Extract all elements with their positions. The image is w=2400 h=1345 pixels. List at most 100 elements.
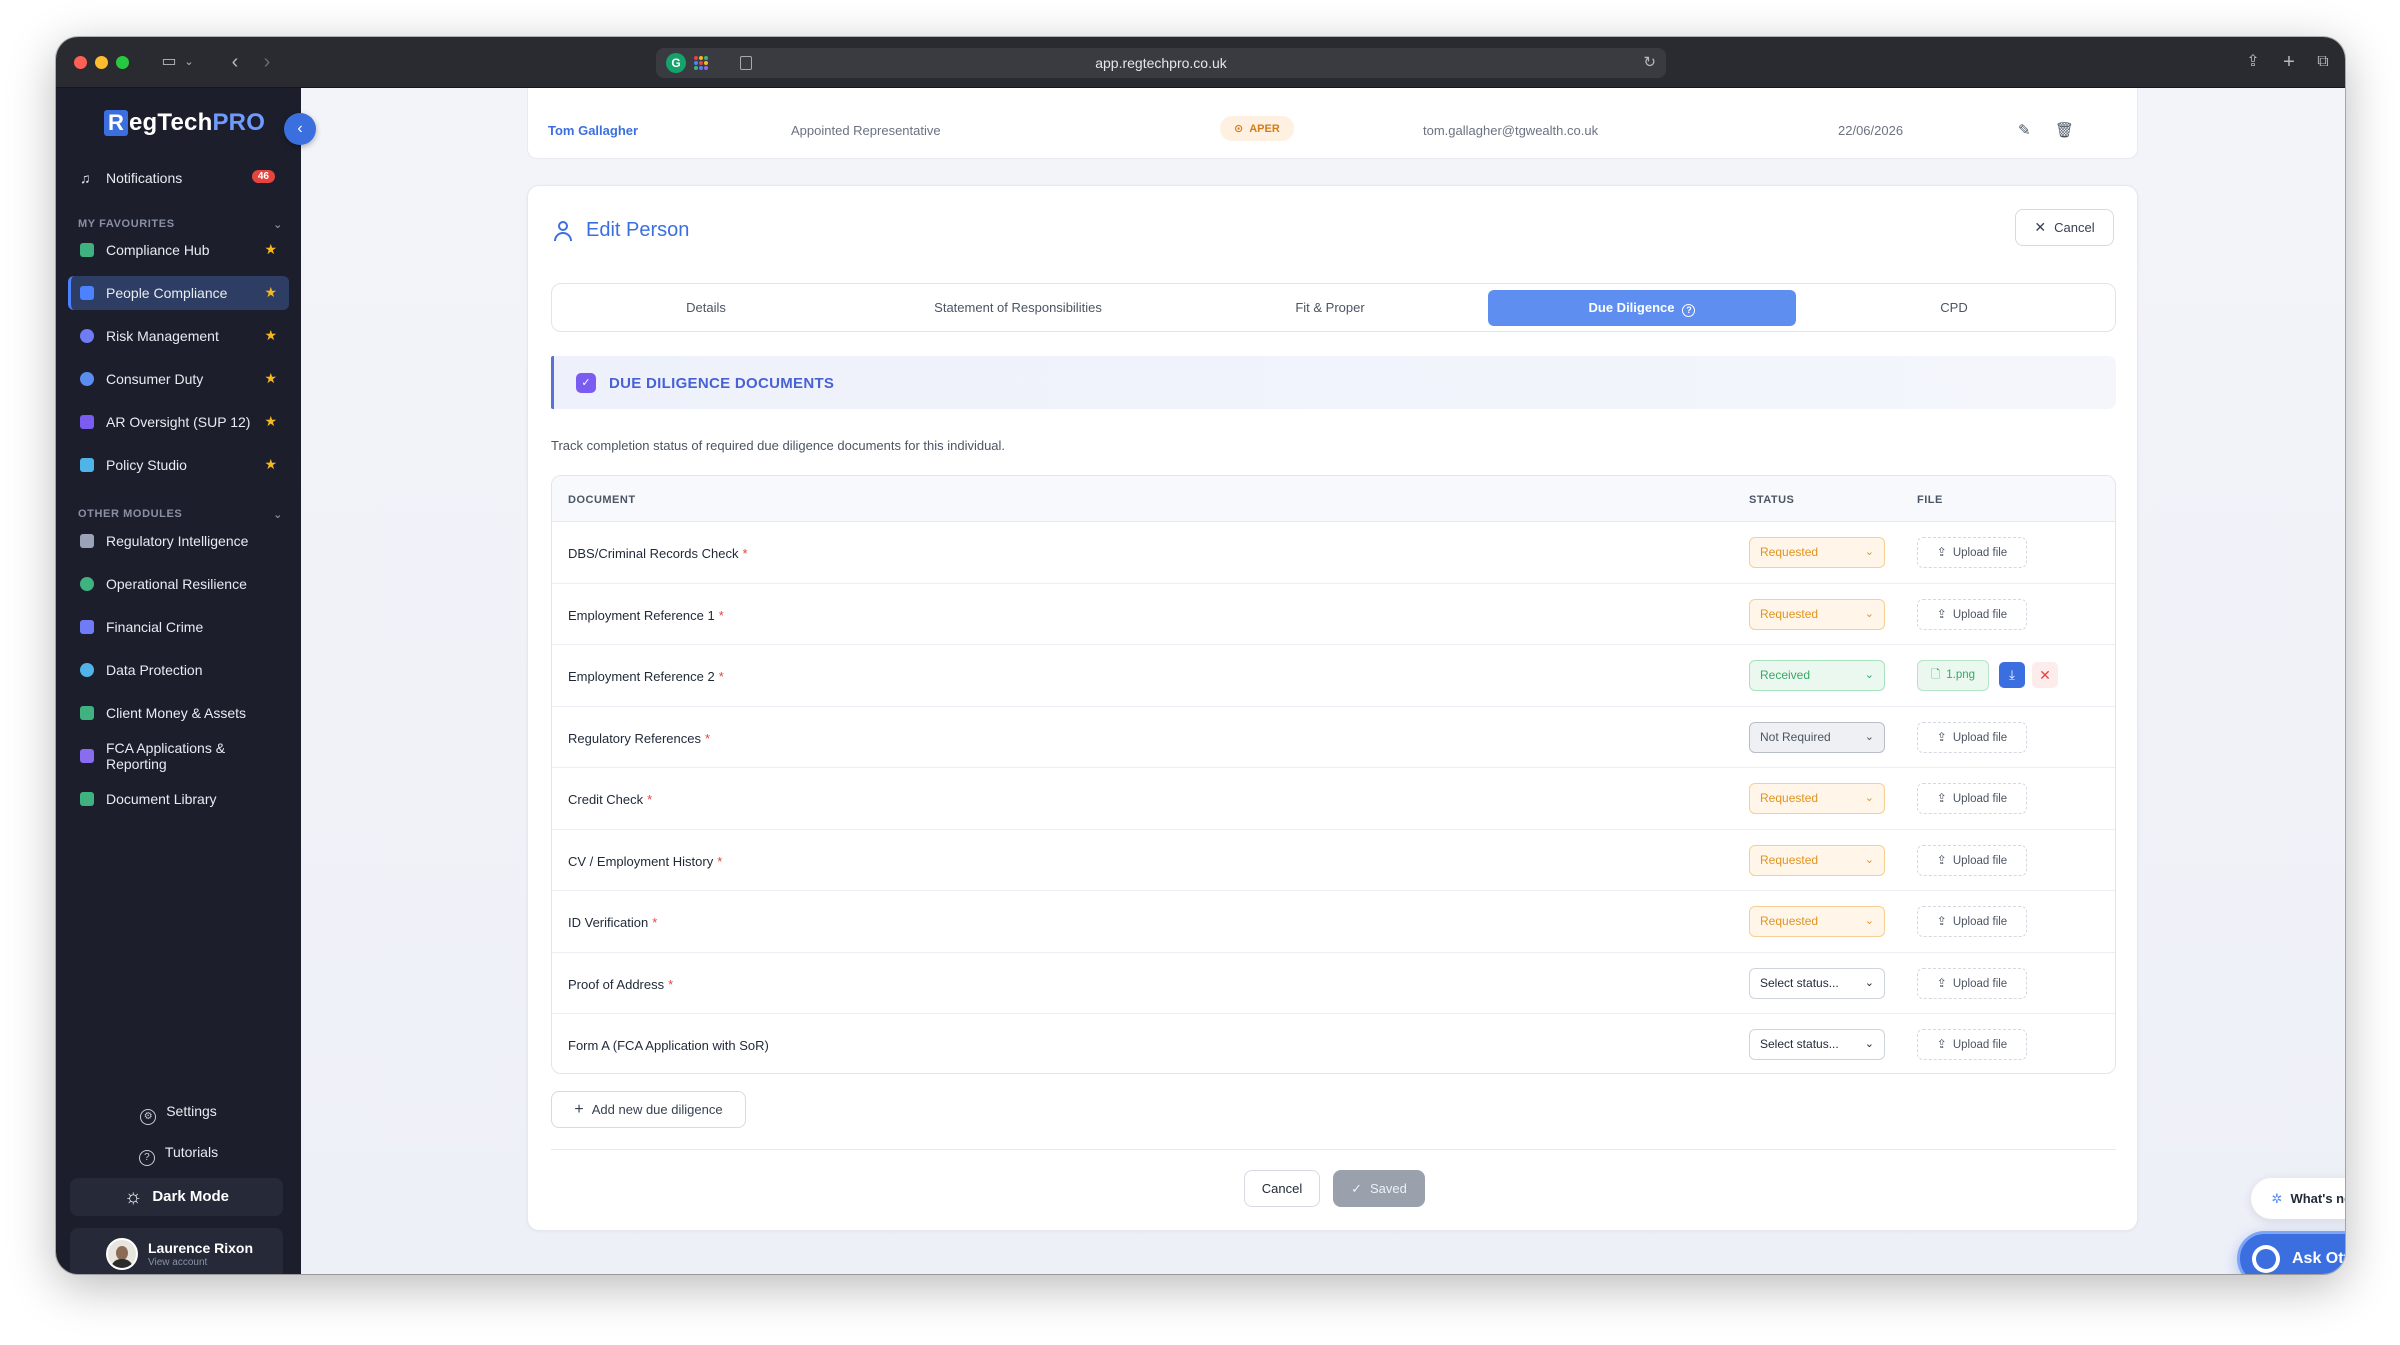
regtechpro-logo[interactable]: RegTech PRO [104,108,265,138]
status-select[interactable]: Not Required ⌄ [1749,721,1885,753]
table-row: Proof of Address * Select status... ⌄ ⇪ Upl… [552,953,2115,1014]
chevron-down-icon: ⌄ [1864,669,1874,681]
status-select[interactable]: Requested ⌄ [1749,598,1885,630]
cancel-button[interactable]: ✕ Cancel [2015,209,2114,246]
help-icon[interactable]: ? [1682,304,1696,317]
favourite-star-icon[interactable]: ★ [264,456,277,473]
upload-icon: ⇪ [1936,975,1947,990]
close-window-button[interactable] [74,56,87,69]
people-icon [80,286,94,300]
status-select[interactable]: Requested ⌄ [1749,783,1885,814]
document-name: Credit Check * [568,792,653,807]
upload-file-button[interactable]: ⇪ Upload file [1917,537,2027,568]
trash-icon[interactable]: 🗑 [2055,121,2074,139]
sidebar-item-label: Data Protection [106,662,203,678]
sidebar-item-consumer-duty[interactable]: Consumer Duty ★ [68,362,289,396]
other-modules-section-header[interactable]: OTHER MODULES ⌄ [78,508,283,521]
sidebar-item-risk-management[interactable]: Risk Management ★ [68,319,289,353]
url-text[interactable]: app.regtechpro.co.uk [656,55,1666,71]
upload-file-button[interactable]: ⇪ Upload file [1917,967,2027,999]
person-date: 22/06/2026 [1838,123,1904,138]
document-name: CV / Employment History * [568,853,723,869]
upload-file-button[interactable]: ⇪ Upload file [1917,906,2027,937]
sidebar-toggle-icon[interactable]: ▭ [158,51,180,73]
person-name-link[interactable]: Tom Gallagher [548,123,638,138]
add-due-diligence-button[interactable]: + Add new due diligence [551,1091,746,1128]
reload-icon[interactable]: ↻ [1643,53,1656,71]
settings-link[interactable]: ⚙ Settings [56,1103,301,1125]
edit-icon[interactable]: ✎ [2018,121,2031,139]
bell-icon: ♫ [80,170,91,186]
sidebar-item-notifications[interactable]: ♫ Notifications 46 [68,161,289,195]
share-icon[interactable]: ⇪ [2242,51,2264,73]
sidebar-item-label: Financial Crime [106,619,204,635]
sidebar-item-policy-studio[interactable]: Policy Studio ★ [68,448,289,482]
view-account-link[interactable]: View account [148,1257,207,1268]
edit-person-panel: Edit Person ✕ Cancel Details Statement o… [527,185,2138,1231]
regulatory-icon [80,534,94,548]
download-icon[interactable]: ⤓ [1999,662,2025,688]
new-tab-icon[interactable]: + [2278,51,2300,73]
section-banner: ✓ DUE DILIGENCE DOCUMENTS [551,356,2116,409]
chevron-down-icon: ⌄ [1864,730,1874,743]
status-select[interactable]: Received ⌄ [1749,660,1885,691]
upload-file-button[interactable]: ⇪ Upload file [1917,783,2027,814]
forward-icon[interactable]: › [256,51,278,73]
footer-cancel-button[interactable]: Cancel [1244,1170,1320,1207]
chevron-down-icon[interactable]: ⌄ [182,51,196,73]
maximize-window-button[interactable] [116,56,129,69]
remove-file-icon[interactable]: ✕ [2032,662,2058,688]
address-bar[interactable]: G app.regtechpro.co.uk ↻ [656,48,1666,78]
favourite-star-icon[interactable]: ★ [264,370,277,387]
whats-new-button[interactable]: ✲What's new [2251,1178,2345,1219]
chevron-down-icon[interactable]: ⌄ [273,218,283,231]
tab-overview-icon[interactable]: ⧉ [2312,51,2334,73]
sidebar-item-compliance-hub[interactable]: Compliance Hub ★ [68,233,289,267]
favourite-star-icon[interactable]: ★ [264,413,277,430]
back-icon[interactable]: ‹ [224,51,246,73]
status-select[interactable]: Requested ⌄ [1749,906,1885,937]
sidebar-item-client-money[interactable]: Client Money & Assets [68,696,289,730]
user-account-card[interactable]: Laurence Rixon View account [70,1228,283,1274]
sidebar-item-fca-applications[interactable]: FCA Applications & Reporting [68,739,289,773]
upload-file-button[interactable]: ⇪ Upload file [1917,1029,2027,1060]
tab-details[interactable]: Details [552,290,860,326]
upload-file-button[interactable]: ⇪ Upload file [1917,844,2027,876]
sidebar-item-people-compliance[interactable]: People Compliance ★ [68,276,289,310]
ask-otto-button[interactable]: Ask Otto [2237,1231,2345,1274]
notification-count-badge: 46 [251,170,275,183]
sidebar-item-regulatory-intelligence[interactable]: Regulatory Intelligence [68,524,289,558]
upload-file-button[interactable]: ⇪ Upload file [1917,598,2027,630]
favourite-star-icon[interactable]: ★ [264,241,277,258]
required-marker: * [668,976,674,992]
avatar [106,1238,138,1270]
saved-button[interactable]: ✓ Saved [1333,1170,1425,1207]
favourites-section-header[interactable]: MY FAVOURITES ⌄ [78,218,283,231]
tab-cpd[interactable]: CPD [1800,290,2108,326]
status-select[interactable]: Requested ⌄ [1749,844,1885,876]
favourite-star-icon[interactable]: ★ [264,284,277,301]
tab-due-diligence[interactable]: Due Diligence? [1488,290,1796,326]
column-header-file: FILE [1917,494,1943,506]
sidebar-item-document-library[interactable]: Document Library [68,782,289,816]
sidebar-item-financial-crime[interactable]: Financial Crime [68,610,289,644]
status-select[interactable]: Select status... ⌄ [1749,967,1885,999]
main-content: Tom Gallagher Appointed Representative ⊙… [301,88,2345,1274]
sidebar-item-data-protection[interactable]: Data Protection [68,653,289,687]
tutorials-link[interactable]: ? Tutorials [56,1144,301,1166]
favourite-star-icon[interactable]: ★ [264,327,277,344]
required-marker: * [652,915,658,930]
status-select[interactable]: Select status... ⌄ [1749,1029,1885,1060]
sidebar-item-operational-resilience[interactable]: Operational Resilience [68,567,289,601]
minimize-window-button[interactable] [95,56,108,69]
sidebar-item-label: Notifications [106,170,183,186]
dark-mode-toggle[interactable]: ☼ Dark Mode [70,1178,283,1216]
chevron-down-icon[interactable]: ⌄ [273,508,283,521]
collapse-sidebar-button[interactable]: ‹ [284,113,316,145]
upload-file-button[interactable]: ⇪ Upload file [1917,721,2027,753]
file-chip[interactable]: 🗋 1.png [1917,660,1989,691]
tab-fit-and-proper[interactable]: Fit & Proper [1176,290,1484,326]
tab-statement-of-responsibilities[interactable]: Statement of Responsibilities [864,290,1172,326]
sidebar-item-ar-oversight[interactable]: AR Oversight (SUP 12) ★ [68,405,289,439]
status-select[interactable]: Requested ⌄ [1749,537,1885,568]
